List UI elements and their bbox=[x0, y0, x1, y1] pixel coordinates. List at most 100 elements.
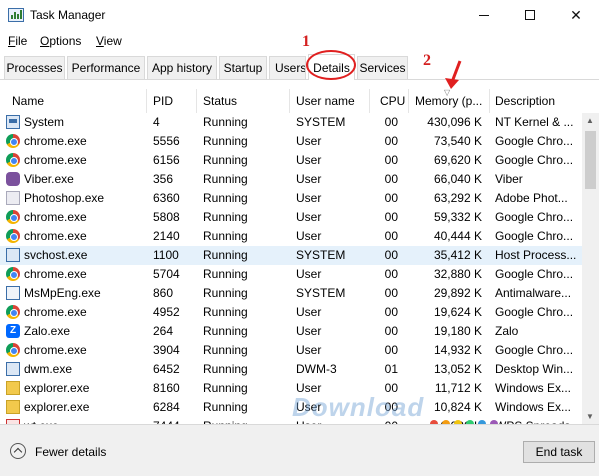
cell-status: Running bbox=[203, 210, 248, 224]
cell-status: Running bbox=[203, 324, 248, 338]
cell-name: chrome.exe bbox=[24, 343, 87, 357]
vertical-scrollbar[interactable]: ▲ ▼ bbox=[582, 113, 599, 424]
cell-description: Viber bbox=[495, 172, 523, 186]
tab-startup[interactable]: Startup bbox=[219, 56, 267, 79]
window-title: Task Manager bbox=[30, 8, 106, 22]
cell-name: dwm.exe bbox=[24, 362, 73, 376]
minimize-button[interactable] bbox=[461, 0, 507, 30]
table-row[interactable]: MsMpEng.exe 860 Running SYSTEM 00 29,892 K Ant… bbox=[0, 284, 582, 303]
table-row[interactable]: chrome.exe 4952 Running User 00 19,624 K Googl… bbox=[0, 303, 582, 322]
fewer-details-link[interactable]: Fewer details bbox=[35, 445, 106, 459]
cell-cpu: 00 bbox=[384, 267, 398, 281]
cell-cpu: 00 bbox=[384, 134, 398, 148]
tab-performance[interactable]: Performance bbox=[67, 56, 145, 79]
chrome-icon bbox=[6, 134, 20, 148]
table-row[interactable]: chrome.exe 2140 Running User 00 40,444 K Googl… bbox=[0, 227, 582, 246]
dwm-icon bbox=[6, 362, 20, 376]
cell-description: NT Kernel & ... bbox=[495, 115, 574, 129]
menu-options[interactable]: Options bbox=[40, 34, 81, 48]
minimize-icon bbox=[479, 14, 489, 16]
cell-user: User bbox=[296, 267, 322, 281]
cell-description: Adobe Phot... bbox=[495, 191, 568, 205]
table-row[interactable]: dwm.exe 6452 Running DWM-3 01 13,052 K Desktop… bbox=[0, 360, 582, 379]
table-row[interactable]: Viber.exe 356 Running User 00 66,040 K Viber bbox=[0, 170, 582, 189]
cell-user: User bbox=[296, 134, 322, 148]
column-header-memory[interactable]: Memory (p... bbox=[415, 89, 489, 113]
column-header-description[interactable]: Description bbox=[495, 89, 579, 113]
scroll-up-icon[interactable]: ▲ bbox=[586, 116, 594, 125]
cell-memory: 69,620 K bbox=[433, 153, 482, 167]
cell-user: SYSTEM bbox=[296, 248, 346, 262]
column-header-cpu[interactable]: CPU bbox=[380, 89, 406, 113]
cell-status: Running bbox=[203, 381, 248, 395]
cell-cpu: 00 bbox=[384, 248, 398, 262]
cell-user: User bbox=[296, 229, 322, 243]
cell-name: chrome.exe bbox=[24, 305, 87, 319]
table-row[interactable]: explorer.exe 6284 Running User 00 10,824 K Win… bbox=[0, 398, 582, 417]
table-row[interactable]: chrome.exe 5808 Running User 00 59,332 K Googl… bbox=[0, 208, 582, 227]
table-row[interactable]: explorer.exe 8160 Running User 00 11,712 K Win… bbox=[0, 379, 582, 398]
maximize-icon bbox=[525, 10, 535, 20]
title-bar: Task Manager ✕ bbox=[0, 0, 599, 31]
cell-user: User bbox=[296, 172, 322, 186]
cell-name: System bbox=[24, 115, 65, 129]
menu-view[interactable]: View bbox=[96, 34, 122, 48]
table-row[interactable]: chrome.exe 5556 Running User 00 73,540 K Googl… bbox=[0, 132, 582, 151]
cell-name: chrome.exe bbox=[24, 267, 87, 281]
cell-description: Zalo bbox=[495, 324, 519, 338]
cell-memory: 63,292 K bbox=[433, 191, 482, 205]
cell-cpu: 00 bbox=[384, 172, 398, 186]
cell-pid: 264 bbox=[153, 324, 174, 338]
table-row[interactable]: Z Zalo.exe 264 Running User 00 19,180 K Zalo bbox=[0, 322, 582, 341]
cell-status: Running bbox=[203, 362, 248, 376]
table-row[interactable]: Photoshop.exe 6360 Running User 00 63,292 K Ad… bbox=[0, 189, 582, 208]
cell-pid: 860 bbox=[153, 286, 174, 300]
scroll-down-icon[interactable]: ▼ bbox=[586, 412, 594, 421]
cell-status: Running bbox=[203, 305, 248, 319]
tab-app-history[interactable]: App history bbox=[147, 56, 217, 79]
cell-cpu: 00 bbox=[384, 153, 398, 167]
cell-pid: 5808 bbox=[153, 210, 180, 224]
maximize-button[interactable] bbox=[507, 0, 553, 30]
table-row[interactable]: svchost.exe 1100 Running SYSTEM 00 35,412 K Ho… bbox=[0, 246, 582, 265]
scrollbar-thumb[interactable] bbox=[585, 131, 596, 189]
chrome-icon bbox=[6, 343, 20, 357]
table-row[interactable]: chrome.exe 5704 Running User 00 32,880 K Googl… bbox=[0, 265, 582, 284]
tab-processes[interactable]: Processes bbox=[4, 56, 65, 79]
menu-bar: File Options View bbox=[0, 31, 599, 52]
cell-name: chrome.exe bbox=[24, 210, 87, 224]
zalo-icon: Z bbox=[6, 324, 20, 338]
cell-status: Running bbox=[203, 229, 248, 243]
table-row[interactable]: chrome.exe 3904 Running User 00 14,932 K Googl… bbox=[0, 341, 582, 360]
cell-name: explorer.exe bbox=[24, 400, 90, 414]
cell-user: User bbox=[296, 153, 322, 167]
cell-user: User bbox=[296, 210, 322, 224]
chrome-icon bbox=[6, 229, 20, 243]
cell-memory: 14,932 K bbox=[433, 343, 482, 357]
cell-memory: 35,412 K bbox=[433, 248, 482, 262]
menu-file[interactable]: File bbox=[8, 34, 27, 48]
close-button[interactable]: ✕ bbox=[553, 0, 599, 30]
table-row[interactable]: System 4 Running SYSTEM 00 430,096 K NT Kernel… bbox=[0, 113, 582, 132]
column-header-name[interactable]: Name bbox=[12, 89, 142, 113]
end-task-button[interactable]: End task bbox=[523, 441, 595, 463]
column-header-status[interactable]: Status bbox=[203, 89, 283, 113]
cell-pid: 4952 bbox=[153, 305, 180, 319]
table-row[interactable]: chrome.exe 6156 Running User 00 69,620 K Googl… bbox=[0, 151, 582, 170]
tab-users[interactable]: Users bbox=[269, 56, 306, 79]
cell-user: User bbox=[296, 343, 322, 357]
cell-user: DWM-3 bbox=[296, 362, 337, 376]
tab-services[interactable]: Services bbox=[357, 56, 408, 79]
cell-description: Google Chro... bbox=[495, 343, 574, 357]
cell-status: Running bbox=[203, 248, 248, 262]
cell-status: Running bbox=[203, 172, 248, 186]
annotation-marker-1: 1 bbox=[302, 33, 310, 50]
collapse-chevron-icon[interactable] bbox=[10, 443, 26, 459]
chrome-icon bbox=[6, 210, 20, 224]
cell-memory: 19,624 K bbox=[433, 305, 482, 319]
cell-description: Google Chro... bbox=[495, 210, 574, 224]
cell-memory: 40,444 K bbox=[433, 229, 482, 243]
column-header-user-name[interactable]: User name bbox=[296, 89, 366, 113]
cell-user: SYSTEM bbox=[296, 286, 346, 300]
column-header-pid[interactable]: PID bbox=[153, 89, 195, 113]
